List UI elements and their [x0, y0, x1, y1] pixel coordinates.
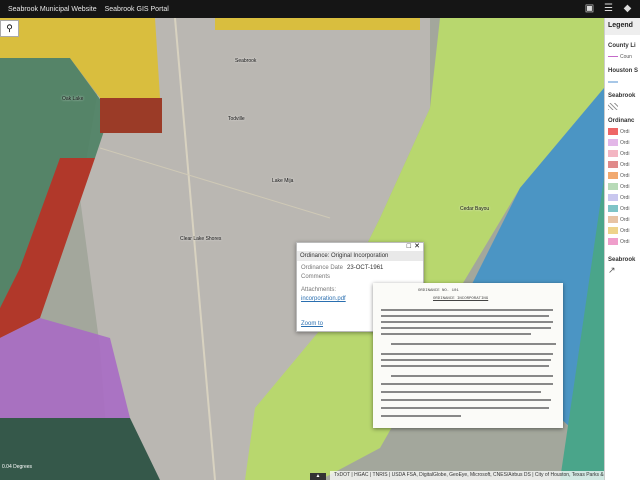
- legend-ship-item: [605, 76, 640, 87]
- place-label: Seabrook: [235, 58, 257, 64]
- swatch: [608, 227, 618, 234]
- legend-ordinance-item: Ordi: [605, 126, 640, 137]
- legend-panel: Legend County Li Coun Houston S Seabrook…: [604, 18, 640, 480]
- legend-ordinance-item: Ordi: [605, 225, 640, 236]
- maximize-icon[interactable]: □: [407, 243, 411, 251]
- attribution-bar: TxDOT | HGAC | TNRIS | USDA FSA, Digital…: [330, 471, 604, 480]
- legend-ordinance-item: Ordi: [605, 236, 640, 247]
- legend-item-label: Ordi: [620, 128, 630, 135]
- legend-ordinance-item: Ordi: [605, 203, 640, 214]
- legend-bottom-item: ↗: [605, 265, 640, 276]
- legend-item-label: Ordi: [620, 238, 630, 245]
- legend-item-label: Ordi: [620, 227, 630, 234]
- legend-icon[interactable]: ☰: [602, 2, 615, 15]
- zone-brown-block: [100, 98, 162, 133]
- legend-county-limits: County Li: [608, 43, 636, 49]
- place-label: Cedar Bayou: [460, 206, 490, 212]
- ordinance-date-label: Ordinance Date: [301, 265, 344, 271]
- legend-bottom-section: Seabrook: [608, 257, 636, 263]
- legend-seabrook: Seabrook: [608, 93, 636, 99]
- popup-title: Ordinance: Original Incorporation: [297, 251, 423, 261]
- legend-item-label: Ordi: [620, 161, 630, 168]
- legend-title: Legend: [605, 18, 640, 35]
- place-label: Clear Lake Shores: [180, 236, 222, 242]
- legend-ordinance-item: Ordi: [605, 192, 640, 203]
- attribution-toggle[interactable]: ▲: [310, 473, 326, 480]
- legend-item-label: Ordi: [620, 139, 630, 146]
- legend-ordinance-item: Ordi: [605, 159, 640, 170]
- swatch: [608, 238, 618, 245]
- popup-toolbar: □ ✕: [297, 243, 423, 251]
- close-icon[interactable]: ✕: [414, 243, 420, 251]
- attachment-link[interactable]: incorporation.pdf: [301, 296, 346, 302]
- legend-item-label: Coun: [620, 53, 632, 60]
- swatch: [608, 128, 618, 135]
- ordinance-date-value: 23-OCT-1961: [347, 265, 384, 271]
- swatch: [608, 172, 618, 179]
- county-line-swatch: [608, 56, 618, 57]
- swatch: [608, 194, 618, 201]
- ordinance-heading: ORDINANCE INCORPORATING: [433, 297, 489, 301]
- arrow-symbol-icon: ↗: [608, 265, 616, 275]
- legend-county-item: Coun: [605, 51, 640, 62]
- legend-item-label: Ordi: [620, 183, 630, 190]
- legend-ordinance-item: Ordi: [605, 181, 640, 192]
- legend-ordinance-item: Ordi: [605, 170, 640, 181]
- legend-ordinance-item: Ordi: [605, 137, 640, 148]
- legend-item-label: Ordi: [620, 205, 630, 212]
- place-label: Oak Lake: [62, 96, 84, 102]
- swatch: [608, 150, 618, 157]
- legend-houston-ship: Houston S: [608, 68, 638, 74]
- place-label: Todville: [228, 116, 245, 122]
- legend-item-label: Ordi: [620, 194, 630, 201]
- swatch: [608, 216, 618, 223]
- municipal-website-link[interactable]: Seabrook Municipal Website: [8, 6, 97, 13]
- ordinance-date-row: Ordinance Date 23-OCT-1961: [301, 264, 419, 273]
- comments-label: Comments: [301, 274, 331, 280]
- legend-seabrook-item: [605, 101, 640, 112]
- legend-item-label: Ordi: [620, 150, 630, 157]
- legend-ordinance-item: Ordi: [605, 214, 640, 225]
- attachment-preview[interactable]: ORDINANCE NO. 101 ORDINANCE INCORPORATIN…: [373, 283, 563, 428]
- ship-line-swatch: [608, 80, 618, 83]
- ordinance-number: ORDINANCE NO. 101: [418, 289, 459, 293]
- legend-ordinance-item: Ordi: [605, 148, 640, 159]
- gis-portal-link[interactable]: Seabrook GIS Portal: [105, 6, 169, 13]
- scale-bar: 0.04 Degrees: [2, 464, 33, 470]
- legend-item-label: Ordi: [620, 216, 630, 223]
- swatch: [608, 205, 618, 212]
- hatch-swatch: [608, 103, 618, 110]
- details-icon[interactable]: ▣: [583, 2, 596, 15]
- layers-icon[interactable]: ◆: [621, 2, 634, 15]
- zoom-to-link[interactable]: Zoom to: [301, 321, 323, 327]
- zone-yellow-n: [215, 18, 420, 30]
- search-icon[interactable]: ⚲: [0, 20, 19, 37]
- legend-ordinance: Ordinanc: [608, 118, 635, 124]
- swatch: [608, 161, 618, 168]
- swatch: [608, 139, 618, 146]
- place-label: Lake Mija: [272, 178, 294, 184]
- app-header: Seabrook Municipal Website Seabrook GIS …: [0, 0, 640, 18]
- legend-item-label: Ordi: [620, 172, 630, 179]
- header-toolbar: ▣ ☰ ◆: [583, 2, 634, 15]
- swatch: [608, 183, 618, 190]
